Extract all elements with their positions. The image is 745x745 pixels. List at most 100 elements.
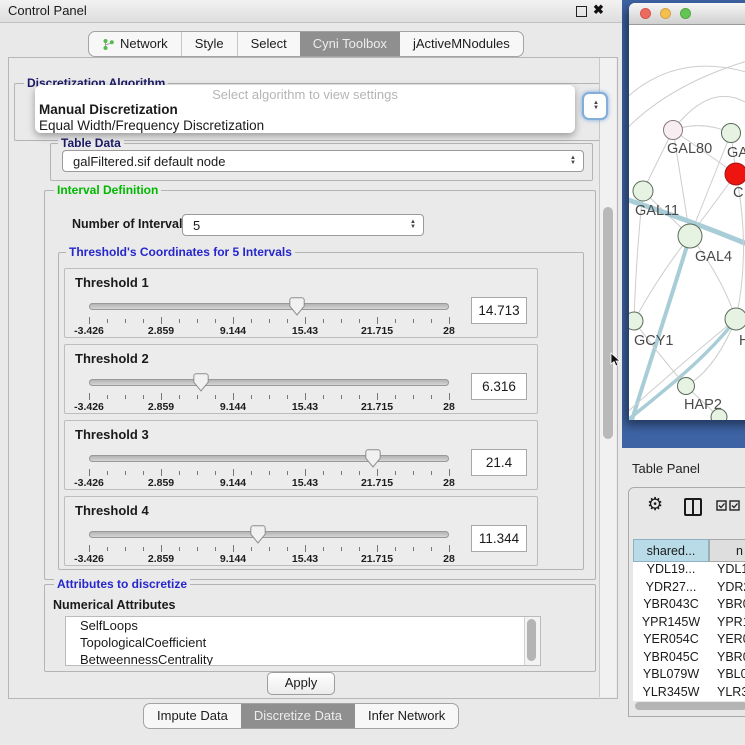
table-row[interactable]: YER054CYER0 bbox=[633, 632, 745, 650]
control-panel-titlebar: Control Panel ✖ bbox=[0, 0, 622, 23]
attributes-scrollbar[interactable] bbox=[524, 617, 540, 665]
tab-network[interactable]: Network bbox=[89, 32, 181, 56]
column-header-shared-name[interactable]: shared... bbox=[633, 539, 709, 562]
combo-stepper-icon: ▲▼ bbox=[410, 220, 416, 230]
control-panel-title: Control Panel bbox=[8, 3, 87, 18]
tab-label: Select bbox=[251, 32, 287, 56]
tab-discretize-data[interactable]: Discretize Data bbox=[241, 704, 355, 728]
control-panel-scrollbar-thumb[interactable] bbox=[603, 207, 613, 439]
column-layout-icon[interactable] bbox=[684, 498, 702, 516]
attributes-scrollbar-thumb[interactable] bbox=[527, 619, 536, 661]
threshold-label: Threshold 2 bbox=[75, 351, 149, 366]
threshold-slider[interactable]: -3.4262.8599.14415.4321.71528 bbox=[89, 295, 449, 337]
slider-handle-icon[interactable] bbox=[289, 297, 305, 316]
slider-handle-icon[interactable] bbox=[193, 373, 209, 392]
cell-shared-name: YDR27... bbox=[633, 580, 709, 594]
tab-style[interactable]: Style bbox=[181, 32, 237, 56]
network-canvas[interactable]: GAL80GALCGAL11GAL4GCY1HHAP2 bbox=[629, 25, 745, 420]
network-edge[interactable] bbox=[634, 236, 690, 321]
attribute-list-item[interactable]: BetweennessCentrality bbox=[66, 651, 540, 666]
network-node-GAL4[interactable] bbox=[678, 224, 702, 248]
threshold-slider[interactable]: -3.4262.8599.14415.4321.71528 bbox=[89, 447, 449, 489]
slider-track[interactable] bbox=[89, 455, 449, 462]
column-header-name[interactable]: n bbox=[709, 539, 745, 562]
close-icon[interactable]: ✖ bbox=[593, 2, 604, 18]
network-node-GAL11[interactable] bbox=[633, 181, 653, 201]
dropdown-item-2[interactable]: Equal Width/Frequency Discretization bbox=[39, 118, 264, 133]
apply-button[interactable]: Apply bbox=[267, 672, 335, 695]
checkbox-icon[interactable] bbox=[729, 500, 740, 511]
mouse-cursor bbox=[610, 352, 622, 368]
network-window[interactable]: GAL80GALCGAL11GAL4GCY1HHAP2 bbox=[629, 3, 745, 420]
cell-shared-name: YER054C bbox=[633, 632, 709, 646]
threshold-slider[interactable]: -3.4262.8599.14415.4321.71528 bbox=[89, 371, 449, 413]
threshold-panel: Threshold 4 -3.4262.8599.14415.4321.7152… bbox=[64, 496, 538, 566]
algorithm-combobox-fragment[interactable]: ▲▼ bbox=[582, 92, 608, 120]
network-node-GAL-top[interactable] bbox=[722, 124, 741, 143]
checkbox-icon[interactable] bbox=[716, 500, 727, 511]
table-row[interactable]: YPR145WYPR1 bbox=[633, 615, 745, 633]
minimize-traffic-icon[interactable] bbox=[660, 8, 671, 19]
table-panel-title: Table Panel bbox=[632, 461, 700, 476]
tab-select[interactable]: Select bbox=[237, 32, 300, 56]
threshold-3-value-field[interactable]: 21.4 bbox=[471, 449, 527, 476]
network-window-titlebar[interactable] bbox=[629, 3, 745, 25]
bottom-tab-strip: Impute DataDiscretize Data Infer Network bbox=[143, 703, 459, 729]
table-row[interactable]: YBR045CYBR0 bbox=[633, 650, 745, 668]
cell-shared-name: YBR045C bbox=[633, 650, 709, 664]
table-row[interactable]: YDL19...YDL1 bbox=[633, 562, 745, 580]
attributes-group-title: Attributes to discretize bbox=[54, 577, 190, 591]
network-node-bottom-node[interactable] bbox=[711, 409, 727, 420]
slider-track[interactable] bbox=[89, 379, 449, 386]
table-panel-window: ⚙ shared...n YDL19...YDL1YDR27...YDR2YBR… bbox=[628, 487, 745, 717]
cell-shared-name: YDL19... bbox=[633, 562, 709, 576]
algorithm-dropdown-popup: Select algorithm to view settings Manual… bbox=[35, 85, 575, 133]
threshold-4-value-field[interactable]: 11.344 bbox=[471, 525, 527, 552]
slider-handle-icon[interactable] bbox=[250, 525, 266, 544]
network-node-H-node[interactable] bbox=[725, 308, 745, 330]
tab-jactivemnodules[interactable]: jActiveMNodules bbox=[400, 32, 523, 56]
table-row[interactable]: YBR043CYBR0 bbox=[633, 597, 745, 615]
cell-shared-name: YBL079W bbox=[633, 667, 709, 681]
tab-cyni-toolbox[interactable]: Cyni Toolbox bbox=[300, 32, 400, 56]
slider-handle-icon[interactable] bbox=[365, 449, 381, 468]
dropdown-item-1[interactable]: Manual Discretization bbox=[39, 102, 178, 117]
network-node-HAP2[interactable] bbox=[678, 378, 695, 395]
numerical-attributes-list[interactable]: SelfLoopsTopologicalCoefficientBetweenne… bbox=[65, 616, 541, 666]
tab-label: Network bbox=[120, 32, 168, 56]
slider-track[interactable] bbox=[89, 531, 449, 538]
zoom-traffic-icon[interactable] bbox=[680, 8, 691, 19]
network-node-GCY1[interactable] bbox=[629, 312, 643, 330]
tab-label: Infer Network bbox=[368, 704, 445, 728]
table-horizontal-scrollbar-thumb[interactable] bbox=[635, 702, 745, 710]
threshold-2-value-field[interactable]: 6.316 bbox=[471, 373, 527, 400]
number-of-intervals-combobox[interactable]: 5 ▲▼ bbox=[182, 214, 424, 236]
attribute-list-item[interactable]: TopologicalCoefficient bbox=[66, 634, 540, 651]
gear-icon[interactable]: ⚙ bbox=[647, 494, 663, 515]
attribute-list-item[interactable]: SelfLoops bbox=[66, 617, 540, 634]
number-of-intervals-value: 5 bbox=[193, 218, 200, 233]
slider-ticks bbox=[89, 469, 449, 477]
threshold-1-value-field[interactable]: 14.713 bbox=[471, 297, 527, 324]
slider-track[interactable] bbox=[89, 303, 449, 310]
cell-name: YLR3 bbox=[717, 685, 745, 699]
cell-name: YBL0 bbox=[717, 667, 745, 681]
tab-impute-data[interactable]: Impute Data bbox=[144, 704, 241, 728]
network-node-GAL80[interactable] bbox=[664, 121, 683, 140]
table-row[interactable]: YDR27...YDR2 bbox=[633, 580, 745, 598]
network-node-label: GAL bbox=[727, 145, 745, 161]
network-node-red-node[interactable] bbox=[725, 163, 745, 185]
table-row[interactable]: YBL079W YBL0 bbox=[633, 667, 745, 685]
control-panel-scrollbar[interactable] bbox=[599, 58, 616, 697]
top-tab-strip: Network Style Select Cyni Toolbox jActiveMNo… bbox=[88, 31, 524, 57]
tab-infer-network[interactable]: Infer Network bbox=[355, 704, 458, 728]
threshold-slider[interactable]: -3.4262.8599.14415.4321.71528 bbox=[89, 523, 449, 565]
network-node-label: GCY1 bbox=[634, 333, 674, 349]
close-traffic-icon[interactable] bbox=[640, 8, 651, 19]
table-horizontal-scrollbar[interactable] bbox=[631, 702, 745, 711]
table-row[interactable]: YLR345WYLR3 bbox=[633, 685, 745, 702]
tab-label: Cyni Toolbox bbox=[313, 32, 387, 56]
slider-tick-labels: -3.4262.8599.14415.4321.71528 bbox=[89, 325, 449, 337]
table-data-combobox[interactable]: galFiltered.sif default node ▲▼ bbox=[62, 150, 584, 172]
float-window-icon[interactable] bbox=[576, 6, 587, 17]
